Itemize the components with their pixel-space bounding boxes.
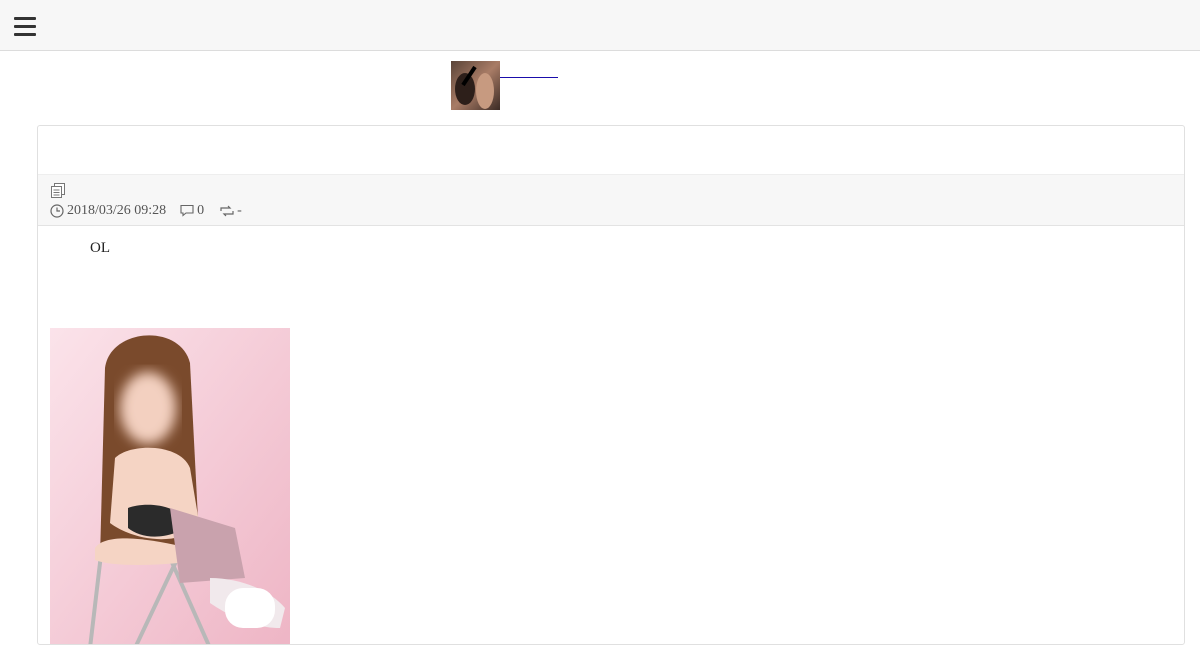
comment-icon [180, 204, 194, 217]
banner-link[interactable] [500, 60, 558, 78]
article-body-text: OL [90, 240, 110, 256]
article-meta: 2018/03/26 09:28 0 - [38, 174, 1184, 226]
post-date: 2018/03/26 09:28 [67, 202, 167, 218]
hamburger-menu-icon[interactable] [14, 17, 37, 36]
retweet-count-value: - [237, 202, 242, 218]
document-icon[interactable] [51, 183, 65, 198]
article-title-area [38, 126, 1184, 174]
retweet-count[interactable]: - [219, 203, 242, 219]
top-bar [0, 0, 1200, 51]
comment-count[interactable]: 0 [180, 203, 204, 219]
article-card: 2018/03/26 09:28 0 - OL [37, 125, 1185, 645]
article-photo[interactable] [50, 328, 290, 644]
comment-count-value: 0 [197, 202, 205, 218]
banner-thumbnail[interactable] [451, 61, 500, 110]
retweet-icon [220, 205, 234, 216]
clock-icon [50, 203, 64, 218]
